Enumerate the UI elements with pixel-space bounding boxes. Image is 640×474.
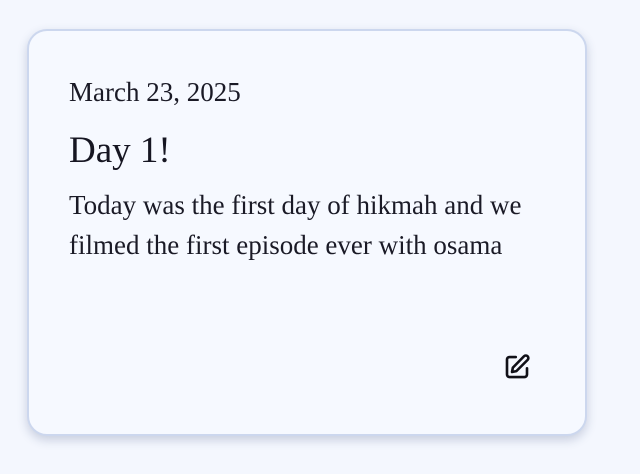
entry-date: March 23, 2025 bbox=[69, 77, 241, 107]
edit-icon bbox=[505, 354, 530, 379]
edit-entry-button[interactable] bbox=[499, 349, 535, 385]
journal-entry-card: March 23, 2025 Day 1! Today was the firs… bbox=[27, 29, 587, 436]
entry-title: Day 1! bbox=[69, 130, 171, 171]
entry-body: Today was the first day of hikmah and we… bbox=[69, 190, 522, 260]
